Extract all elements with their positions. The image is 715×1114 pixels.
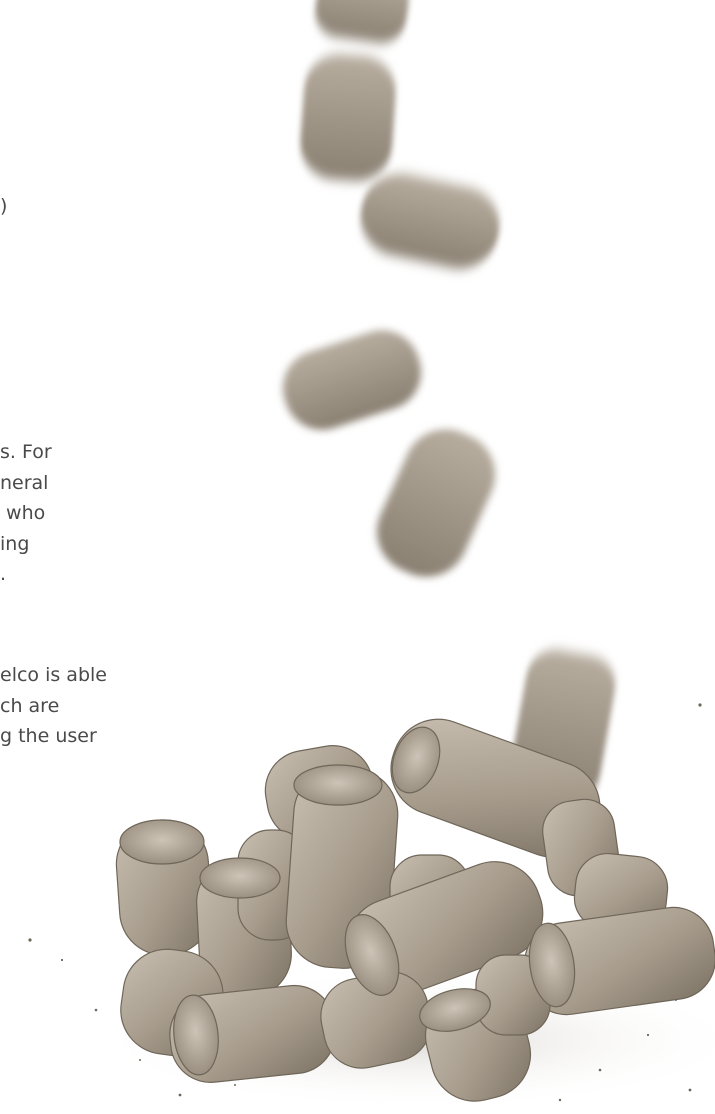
paragraph-one-line: who: [0, 502, 46, 524]
paragraph-two: elco is able ch are g the user: [0, 660, 107, 752]
paragraph-one-line: s. For: [0, 441, 52, 463]
paragraph-one-line: .: [0, 563, 7, 585]
stage: ) s. For neral who ing . elco is able ch…: [0, 0, 715, 1114]
paragraph-two-line: elco is able: [0, 664, 107, 686]
paragraph-one: s. For neral who ing .: [0, 437, 52, 590]
pellet-photo: [28, 0, 715, 1110]
paragraph-one-line: neral: [0, 471, 49, 494]
paragraph-two-line: g the user: [0, 725, 97, 747]
paragraph-one-line: ing: [0, 532, 30, 555]
paragraph-two-line: ch are: [0, 694, 60, 717]
falling-pellets: [282, 0, 616, 802]
text-fragment-mark: ): [0, 195, 8, 217]
